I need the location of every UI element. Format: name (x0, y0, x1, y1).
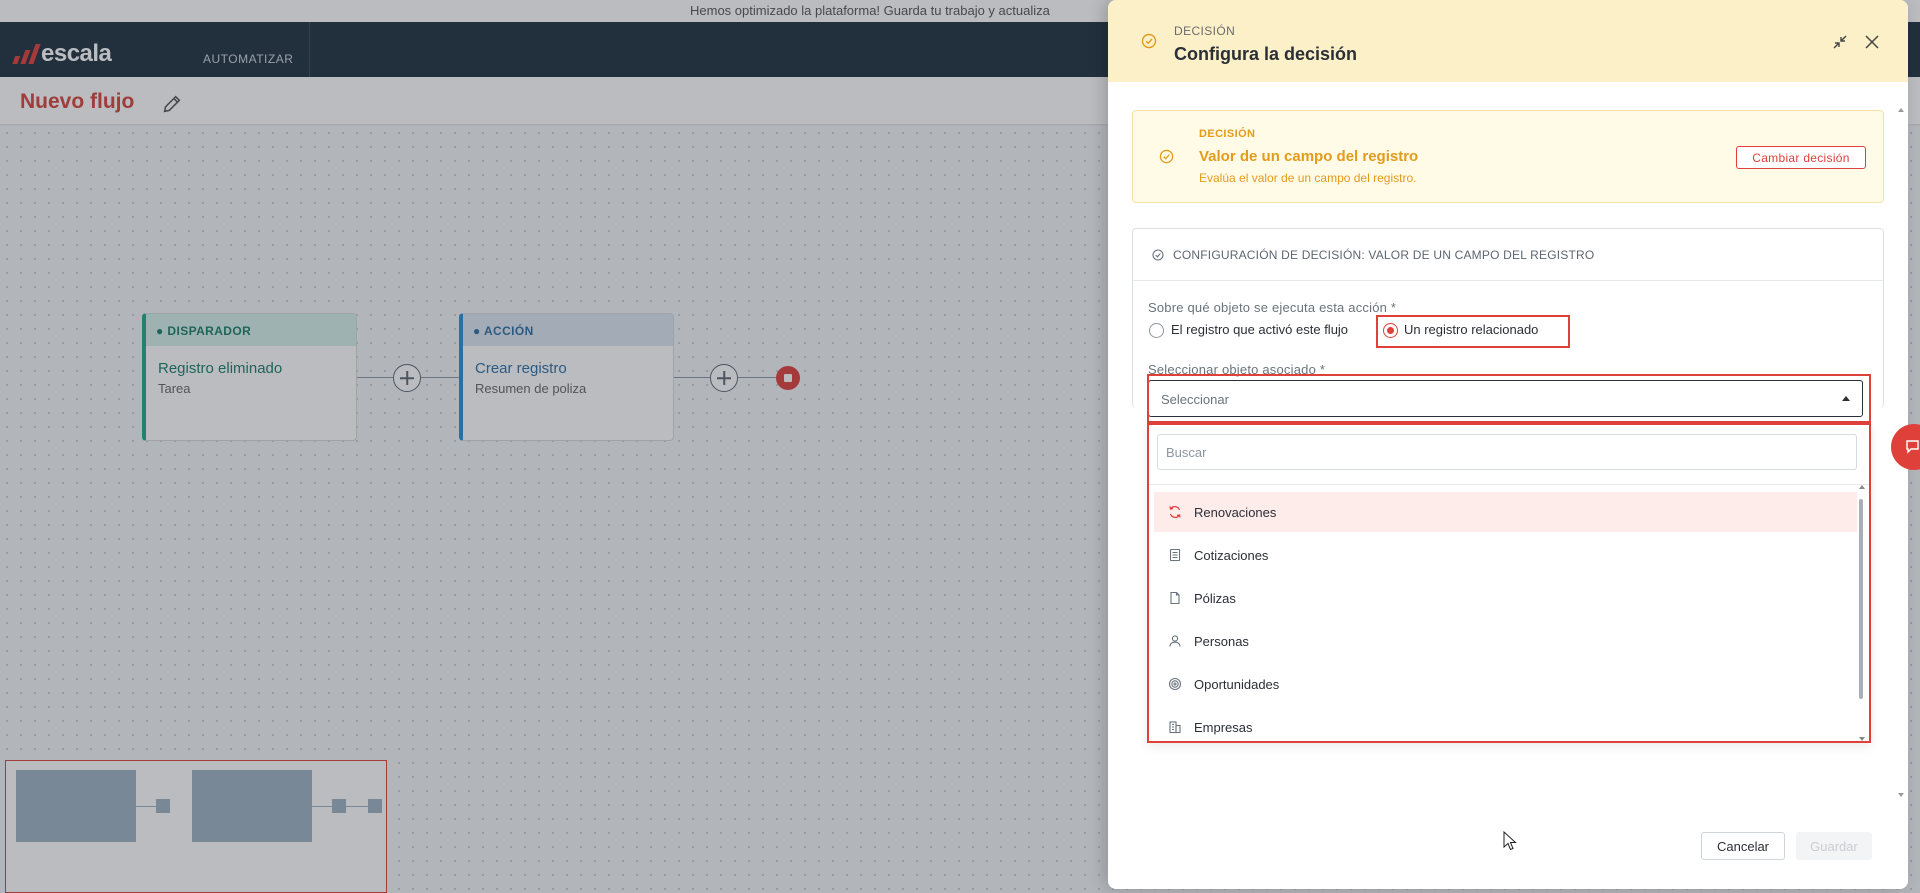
scroll-up-arrow[interactable] (1859, 485, 1865, 489)
file-icon (1170, 591, 1180, 605)
object-search-input[interactable] (1157, 434, 1857, 470)
option-empresas[interactable]: Empresas (1154, 707, 1857, 741)
option-label: Empresas (1194, 719, 1253, 735)
panel-header: DECISIÓN Configura la decisión (1108, 0, 1908, 82)
scroll-down-arrow[interactable] (1859, 737, 1865, 741)
check-circle-icon (1152, 249, 1164, 261)
object-dropdown: Renovaciones Cotizaciones Pólizas Person… (1147, 423, 1871, 743)
option-polizas[interactable]: Pólizas (1154, 578, 1857, 618)
decision-description: Evalúa el valor de un campo del registro… (1199, 171, 1417, 185)
panel-scroll-down-arrow[interactable] (1898, 793, 1904, 797)
radio-trigger-record[interactable] (1149, 323, 1164, 338)
option-label: Pólizas (1194, 590, 1236, 606)
highlight-related-record (1376, 315, 1570, 348)
selected-decision-card: DECISIÓN Valor de un campo del registro … (1132, 110, 1884, 203)
document-list-icon (1169, 548, 1181, 562)
decision-title: Valor de un campo del registro (1199, 148, 1419, 165)
object-question-label: Sobre qué objeto se ejecuta esta acción … (1148, 300, 1397, 315)
option-label: Personas (1194, 633, 1249, 649)
dropdown-scrollbar[interactable] (1857, 485, 1867, 741)
close-icon[interactable] (1863, 33, 1881, 51)
person-icon (1169, 635, 1181, 647)
dropdown-divider (1149, 484, 1869, 485)
check-circle-icon (1159, 149, 1174, 164)
cancel-button[interactable]: Cancelar (1701, 832, 1785, 860)
panel-kicker: DECISIÓN (1174, 24, 1236, 38)
chat-icon (1906, 440, 1919, 454)
panel-title: Configura la decisión (1174, 44, 1358, 64)
mouse-cursor-icon (1503, 831, 1517, 851)
panel-scroll-up-arrow[interactable] (1898, 108, 1904, 112)
scroll-thumb[interactable] (1859, 499, 1863, 699)
radio-trigger-record-label[interactable]: El registro que activó este flujo (1171, 322, 1348, 337)
option-label: Cotizaciones (1194, 547, 1269, 563)
option-personas[interactable]: Personas (1154, 621, 1857, 661)
option-oportunidades[interactable]: Oportunidades (1154, 664, 1857, 704)
option-cotizaciones[interactable]: Cotizaciones (1154, 535, 1857, 575)
highlight-associated-object (1147, 374, 1871, 423)
option-label: Oportunidades (1194, 676, 1280, 692)
config-header: CONFIGURACIÓN DE DECISIÓN: VALOR DE UN C… (1133, 229, 1883, 281)
change-decision-button[interactable]: Cambiar decisión (1736, 146, 1866, 169)
target-icon (1168, 677, 1182, 691)
check-circle-icon (1141, 33, 1157, 49)
config-title: CONFIGURACIÓN DE DECISIÓN: VALOR DE UN C… (1173, 248, 1595, 262)
option-label: Renovaciones (1194, 504, 1277, 520)
refresh-icon (1169, 506, 1181, 518)
building-icon (1169, 721, 1181, 734)
option-renovaciones[interactable]: Renovaciones (1154, 492, 1857, 532)
save-button[interactable]: Guardar (1796, 832, 1872, 860)
minimize-icon[interactable] (1831, 33, 1849, 51)
decision-kicker: DECISIÓN (1199, 128, 1256, 140)
